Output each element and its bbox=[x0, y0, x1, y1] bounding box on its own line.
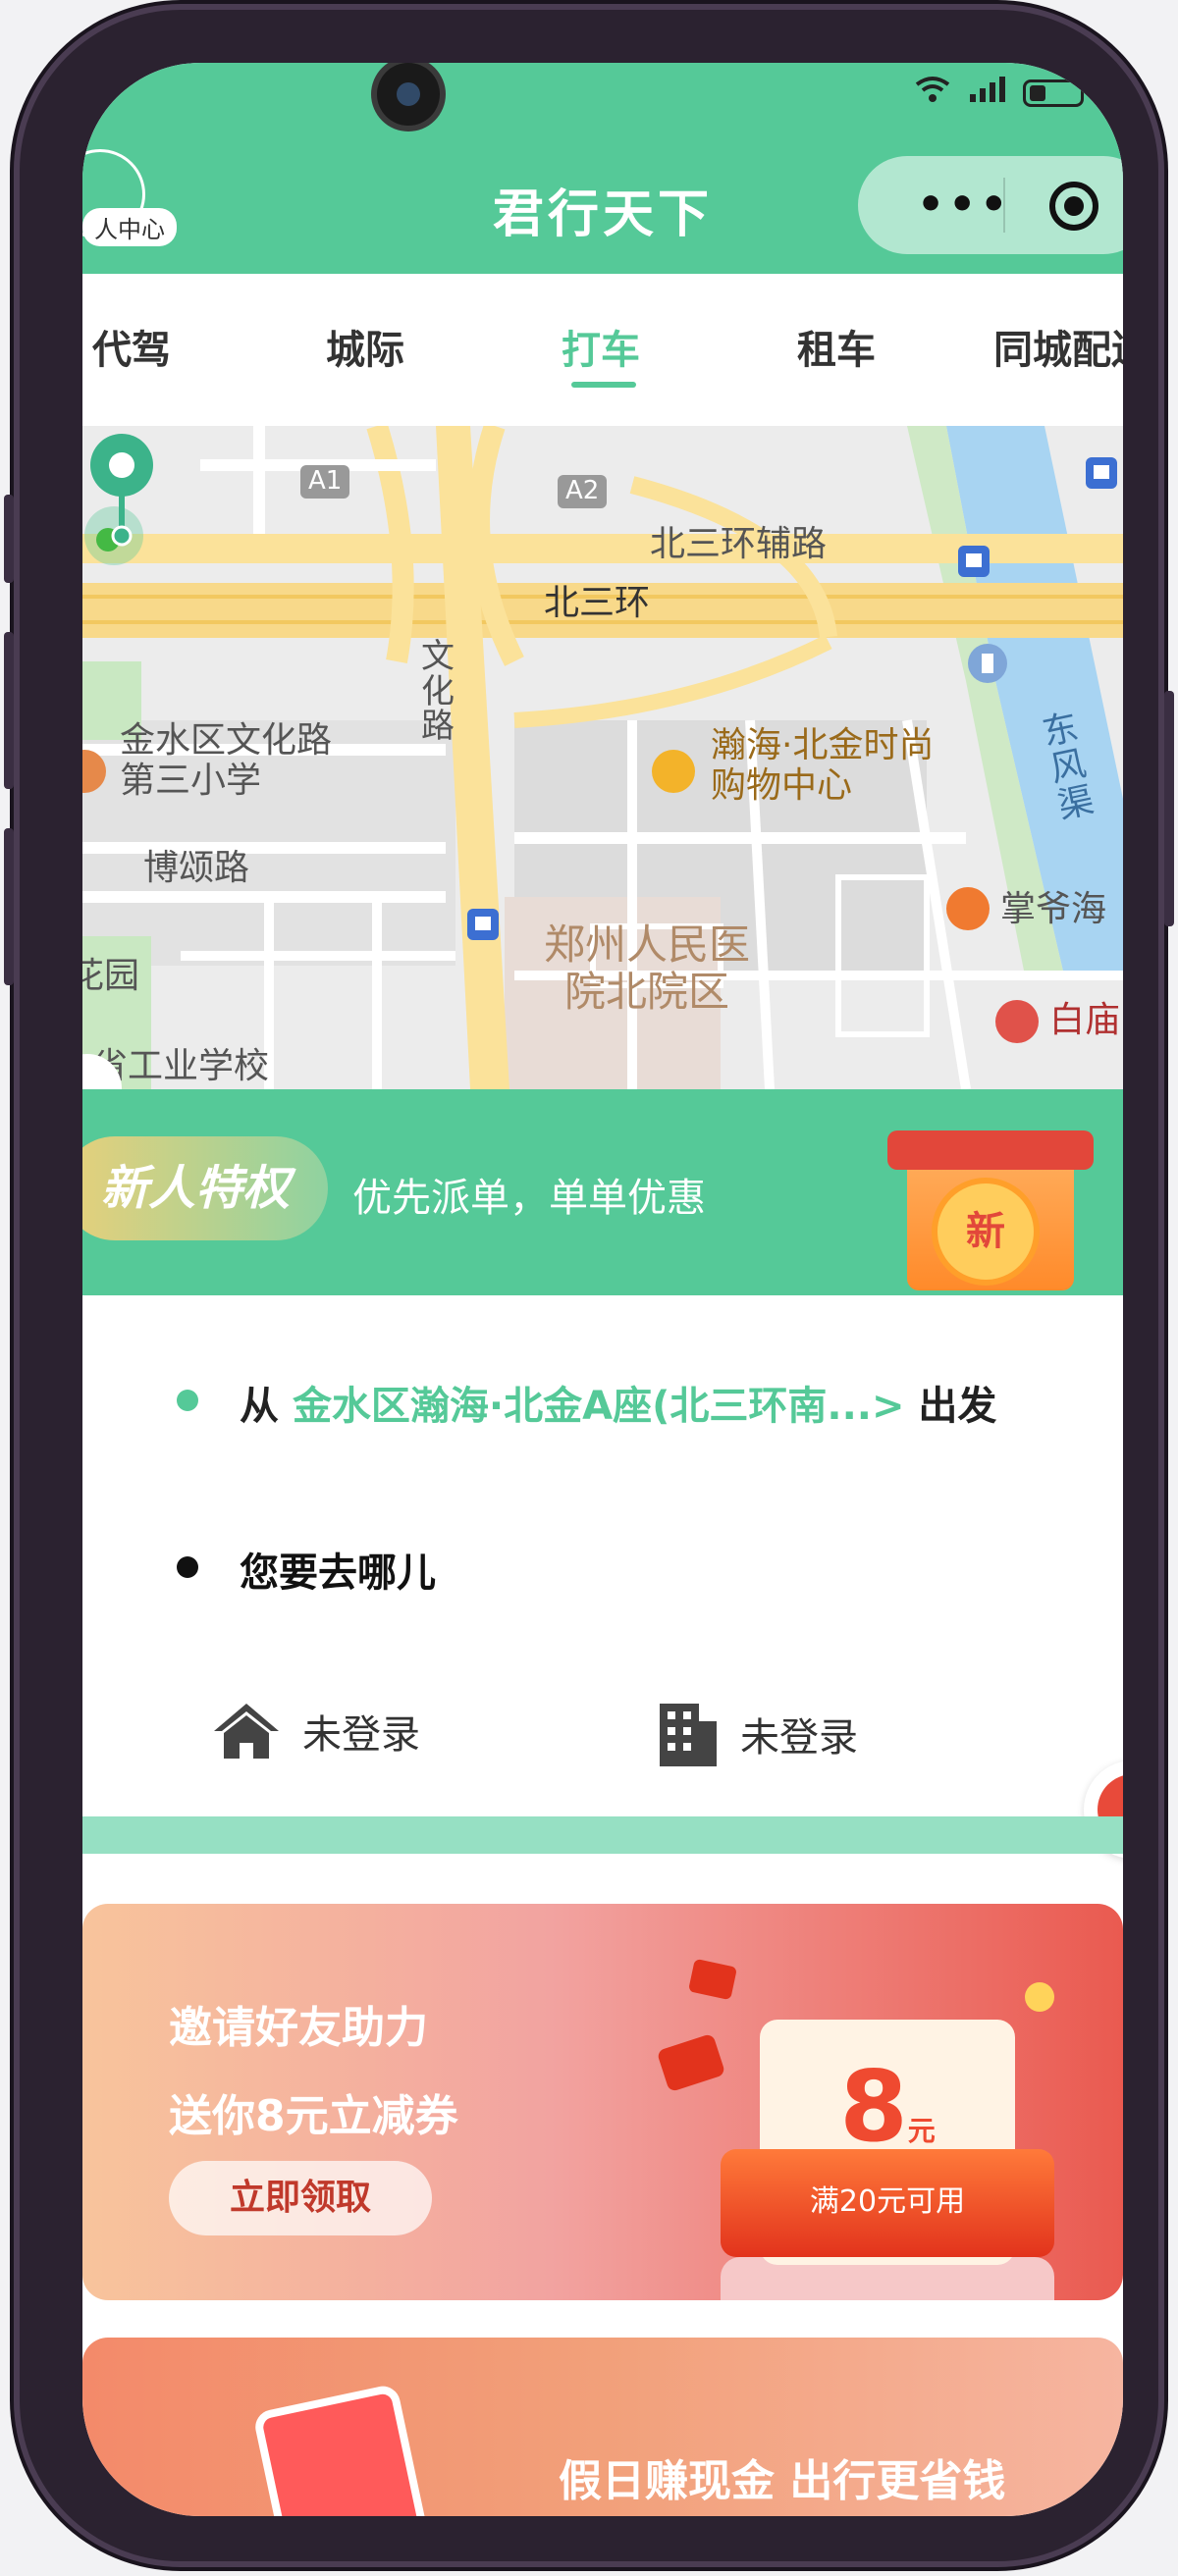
invite-friends-banner[interactable]: 邀请好友助力 送你8元立减券 立即领取 8元 满20元可用 bbox=[82, 1904, 1123, 2300]
temple-poi-icon bbox=[995, 1000, 1039, 1043]
destination-input[interactable]: 您要去哪儿 bbox=[240, 1541, 436, 1598]
holiday-banner-text: 假日赚现金 出行更省钱 bbox=[559, 2456, 1006, 2506]
signal-icon bbox=[968, 75, 1007, 111]
home-icon bbox=[214, 1704, 279, 1759]
map-label-park: 花园 bbox=[82, 956, 140, 996]
map-label-baimiao: 白庙 bbox=[1049, 1000, 1121, 1040]
volume-down-button bbox=[4, 828, 14, 985]
home-shortcut-label: 未登录 bbox=[302, 1712, 420, 1758]
map-label-restaurant: 掌爷海 bbox=[1000, 889, 1107, 929]
claim-now-button[interactable]: 立即领取 bbox=[169, 2161, 432, 2235]
coupon-unit: 元 bbox=[907, 2115, 936, 2147]
tab-city-delivery[interactable]: 同城配送 bbox=[993, 318, 1123, 375]
invite-subline: 送你8元立减券 bbox=[169, 2091, 458, 2141]
active-tab-indicator bbox=[571, 382, 636, 388]
mute-button bbox=[4, 495, 14, 583]
map-label-mall: 瀚海·北金时尚购物中心 bbox=[711, 725, 935, 807]
status-bar bbox=[82, 63, 1123, 131]
map-label-a2: A2 bbox=[558, 475, 608, 508]
app-header: 人中心 君行天下 ••• bbox=[82, 63, 1123, 274]
hotel-poi-icon bbox=[968, 644, 1007, 683]
promo-text: 优先派单，单单优惠 bbox=[352, 1176, 706, 1221]
invite-headline: 邀请好友助力 bbox=[169, 2003, 428, 2053]
bus-stop-icon bbox=[467, 909, 499, 940]
company-shortcut-label: 未登录 bbox=[740, 1715, 858, 1761]
map-label-bosong-road: 博颂路 bbox=[143, 848, 250, 888]
origin-prefix: 从 bbox=[240, 1384, 279, 1429]
capsule-divider bbox=[1003, 178, 1005, 233]
origin-dot-icon bbox=[177, 1390, 198, 1411]
bus-stop-icon bbox=[958, 546, 990, 577]
destination-dot-icon bbox=[177, 1556, 198, 1578]
map-label-hospital: 郑州人民医院北院区 bbox=[543, 920, 750, 1017]
volume-up-button bbox=[4, 632, 14, 789]
origin-suffix: 出发 bbox=[918, 1384, 997, 1429]
red-envelope-icon bbox=[656, 2032, 726, 2093]
tab-intercity[interactable]: 城际 bbox=[326, 318, 404, 375]
red-envelope-icon bbox=[687, 1958, 738, 2001]
phone-frame: 人中心 君行天下 ••• 代驾 城际 打车 租车 同城配送 bbox=[4, 4, 1174, 2567]
more-icon[interactable]: ••• bbox=[917, 180, 1011, 230]
bus-stop-icon bbox=[1086, 457, 1117, 489]
gold-coin-icon bbox=[1025, 1982, 1054, 2012]
map-label-school: 金水区文化路第三小学 bbox=[120, 720, 333, 802]
company-shortcut[interactable]: 未登录 bbox=[652, 1700, 858, 1768]
mall-poi-icon bbox=[652, 750, 695, 793]
map-label-a1: A1 bbox=[300, 465, 350, 499]
status-icons bbox=[913, 75, 1084, 111]
close-target-icon[interactable] bbox=[1049, 182, 1098, 231]
service-tabs: 代驾 城际 打车 租车 同城配送 bbox=[82, 274, 1123, 411]
holiday-cash-banner[interactable]: 假日赚现金 出行更省钱 bbox=[82, 2338, 1123, 2516]
battery-icon bbox=[1023, 79, 1084, 107]
location-pin-icon bbox=[84, 434, 153, 565]
coupon-condition: 满20元可用 bbox=[809, 2184, 966, 2219]
company-building-icon bbox=[660, 1704, 717, 1766]
front-camera bbox=[377, 63, 440, 126]
newcomer-badge: 新人特权 bbox=[82, 1136, 328, 1240]
origin-field[interactable]: 从 金水区瀚海·北金A座(北三环南...> 出发 bbox=[240, 1374, 996, 1431]
origin-address[interactable]: 金水区瀚海·北金A座(北三环南...> bbox=[293, 1384, 905, 1429]
gift-new-coin: 新 bbox=[932, 1178, 1040, 1286]
section-divider-strip bbox=[82, 1816, 1123, 1854]
mini-program-capsule: ••• bbox=[858, 156, 1123, 254]
home-shortcut[interactable]: 未登录 bbox=[210, 1700, 420, 1762]
red-phone-graphic bbox=[251, 2383, 434, 2516]
tab-car-rental[interactable]: 租车 bbox=[797, 318, 876, 375]
map-label-wenhua-road: 文化路 bbox=[421, 637, 455, 747]
route-input-card: 从 金水区瀚海·北金A座(北三环南...> 出发 您要去哪儿 未登录 未登录 bbox=[82, 1295, 1123, 1825]
map-label-ring-aux: 北三环辅路 bbox=[650, 524, 828, 564]
gift-ribbon bbox=[887, 1130, 1094, 1170]
power-button bbox=[1164, 691, 1174, 926]
app-screen: 人中心 君行天下 ••• 代驾 城际 打车 租车 同城配送 bbox=[82, 63, 1123, 2516]
restaurant-poi-icon bbox=[946, 887, 990, 930]
wifi-icon bbox=[913, 75, 952, 111]
coupon-amount-value: 8 bbox=[839, 2049, 908, 2164]
map-label-ring: 北三环 bbox=[544, 583, 651, 623]
coupon-amount: 8元 bbox=[760, 2049, 1015, 2164]
tab-designated-driver[interactable]: 代驾 bbox=[92, 318, 171, 375]
map-view[interactable]: A1 A2 北三环辅路 北三环 文化路 金水区文化路第三小学 瀚海·北金时尚购物… bbox=[82, 426, 1123, 1089]
newcomer-promo-banner[interactable]: 新人特权 优先派单，单单优惠 新 bbox=[82, 1089, 1123, 1295]
tab-taxi[interactable]: 打车 bbox=[562, 318, 640, 375]
